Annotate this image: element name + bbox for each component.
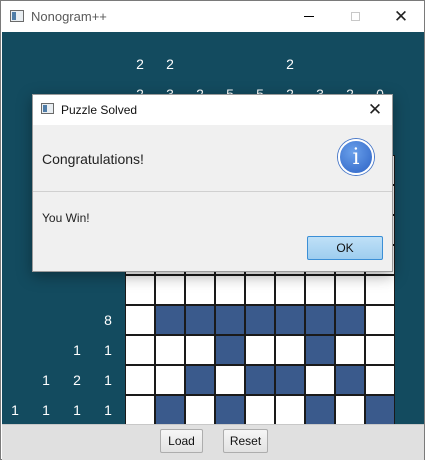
- grid-cell[interactable]: [335, 275, 365, 305]
- row-clue: 1: [42, 372, 50, 388]
- grid-cell[interactable]: [215, 395, 245, 425]
- grid-cell[interactable]: [365, 365, 395, 395]
- grid-cell[interactable]: [305, 335, 335, 365]
- reset-button[interactable]: Reset: [223, 429, 268, 453]
- grid-cell[interactable]: [245, 335, 275, 365]
- grid-cell[interactable]: [215, 365, 245, 395]
- grid-cell[interactable]: [305, 305, 335, 335]
- column-clue: 2: [286, 56, 294, 72]
- grid-cell[interactable]: [215, 335, 245, 365]
- row-clue: 8: [104, 312, 112, 328]
- grid-cell[interactable]: [305, 275, 335, 305]
- window-title: Nonogram++: [31, 9, 107, 24]
- grid-cell[interactable]: [125, 305, 155, 335]
- grid-cell[interactable]: [365, 395, 395, 425]
- grid-cell[interactable]: [245, 275, 275, 305]
- ok-button[interactable]: OK: [307, 236, 383, 260]
- puzzle-solved-dialog: Puzzle Solved ✕ Congratulations! i You W…: [32, 94, 393, 272]
- dialog-header-text: Congratulations!: [42, 151, 144, 167]
- grid-cell[interactable]: [185, 275, 215, 305]
- row-clue: 2: [73, 372, 81, 388]
- column-clue: 2: [166, 56, 174, 72]
- grid-cell[interactable]: [245, 305, 275, 335]
- title-bar[interactable]: Nonogram++ ✕: [1, 1, 424, 32]
- grid-cell[interactable]: [155, 335, 185, 365]
- grid-cell[interactable]: [275, 395, 305, 425]
- grid-cell[interactable]: [275, 275, 305, 305]
- app-icon: [10, 10, 24, 22]
- column-clue: 2: [136, 56, 144, 72]
- dialog-body: You Win! OK: [33, 192, 392, 271]
- grid-cell[interactable]: [335, 305, 365, 335]
- dialog-title-bar[interactable]: Puzzle Solved ✕: [33, 95, 392, 125]
- grid-cell[interactable]: [155, 305, 185, 335]
- info-icon: i: [338, 139, 374, 175]
- grid-cell[interactable]: [275, 365, 305, 395]
- grid-cell[interactable]: [275, 335, 305, 365]
- dialog-title: Puzzle Solved: [61, 103, 138, 117]
- grid-cell[interactable]: [185, 395, 215, 425]
- minimize-button[interactable]: [286, 1, 332, 32]
- grid-cell[interactable]: [365, 305, 395, 335]
- grid-cell[interactable]: [125, 275, 155, 305]
- row-clue: 1: [11, 402, 19, 418]
- maximize-icon: [350, 12, 360, 21]
- dialog-app-icon: [41, 103, 54, 114]
- grid-cell[interactable]: [155, 365, 185, 395]
- row-clue: 1: [104, 342, 112, 358]
- grid-cell[interactable]: [335, 395, 365, 425]
- row-clue: 1: [73, 402, 81, 418]
- maximize-button[interactable]: [332, 1, 378, 32]
- close-icon: ✕: [393, 7, 409, 26]
- grid-cell[interactable]: [305, 365, 335, 395]
- dialog-header: Congratulations! i: [33, 125, 392, 192]
- row-clue: 1: [73, 342, 81, 358]
- row-clue: 1: [42, 402, 50, 418]
- row-clue: 1: [104, 402, 112, 418]
- bottom-toolbar: Load Reset: [2, 424, 424, 460]
- grid-cell[interactable]: [245, 395, 275, 425]
- grid-cell[interactable]: [365, 335, 395, 365]
- grid-cell[interactable]: [215, 275, 245, 305]
- grid-cell[interactable]: [335, 365, 365, 395]
- grid-cell[interactable]: [125, 395, 155, 425]
- grid-cell[interactable]: [155, 395, 185, 425]
- grid-cell[interactable]: [155, 275, 185, 305]
- grid-cell[interactable]: [275, 305, 305, 335]
- dialog-content-text: You Win!: [42, 211, 90, 225]
- close-button[interactable]: ✕: [378, 1, 424, 32]
- load-button[interactable]: Load: [160, 429, 203, 453]
- grid-cell[interactable]: [305, 395, 335, 425]
- row-clue: 1: [104, 372, 112, 388]
- grid-cell[interactable]: [335, 335, 365, 365]
- grid-cell[interactable]: [245, 365, 275, 395]
- grid-cell[interactable]: [185, 365, 215, 395]
- grid-cell[interactable]: [185, 335, 215, 365]
- dialog-close-icon[interactable]: ✕: [363, 99, 387, 121]
- grid-cell[interactable]: [125, 365, 155, 395]
- grid-cell[interactable]: [125, 335, 155, 365]
- grid-cell[interactable]: [185, 305, 215, 335]
- grid-cell[interactable]: [365, 275, 395, 305]
- minimize-icon: [304, 16, 314, 17]
- grid-cell[interactable]: [215, 305, 245, 335]
